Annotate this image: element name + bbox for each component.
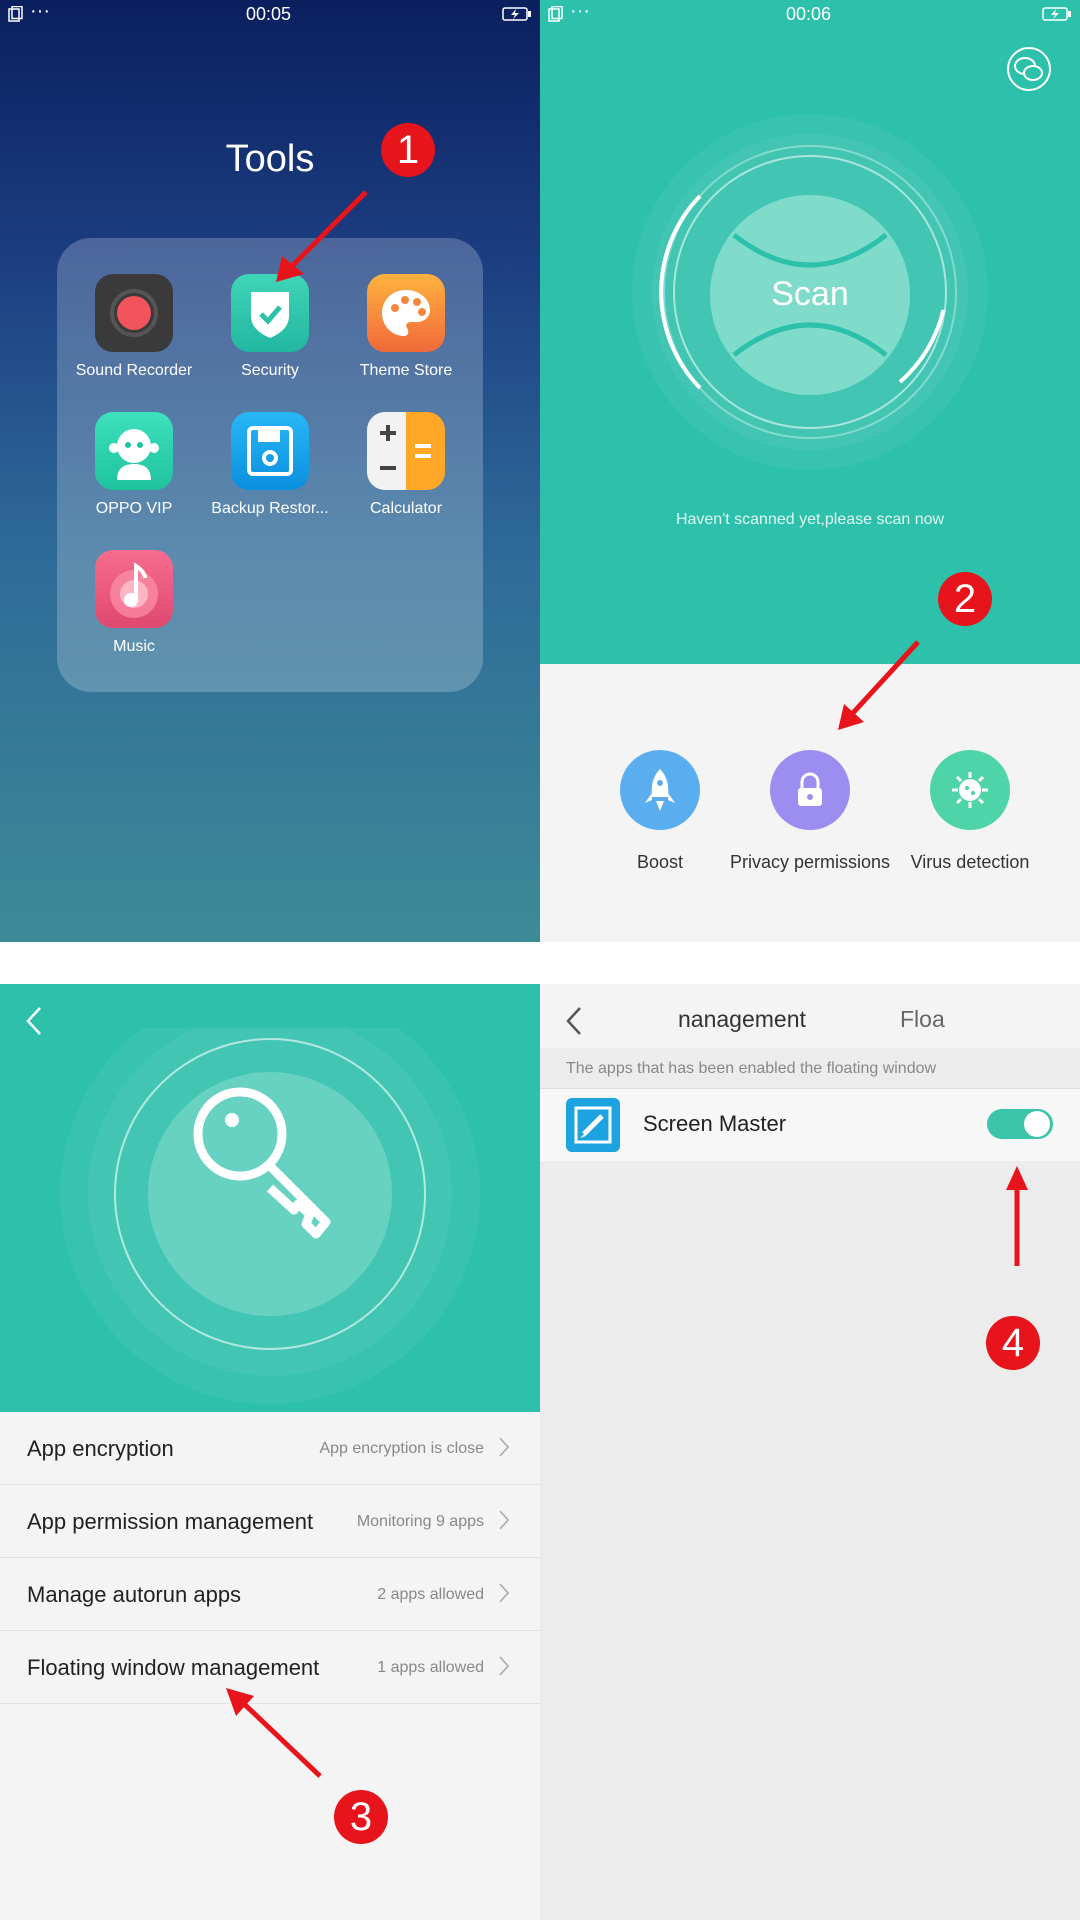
app-label: Music [113, 638, 155, 655]
tools-folder-screen: ··· 00:05 Tools Sound Recorder Security … [0, 0, 540, 942]
status-dots: ··· [30, 0, 50, 22]
tab-floating-window-management[interactable]: nanagement [678, 1006, 806, 1033]
app-music[interactable]: Music [67, 550, 201, 656]
virus-icon [930, 750, 1010, 830]
battery-charging-icon [502, 7, 531, 21]
app-backup-restore[interactable]: Backup Restor... [203, 412, 337, 518]
chevron-right-icon [499, 1437, 510, 1457]
status-dots: ··· [570, 0, 590, 22]
floating-window-toggle[interactable] [987, 1109, 1053, 1139]
chevron-right-icon [499, 1510, 510, 1530]
row-title: App permission management [27, 1509, 314, 1534]
feature-label: Privacy permissions [729, 852, 891, 872]
security-home-screen: ··· 00:06 Scan Haven't scanned yet,pleas… [540, 0, 1080, 942]
floppy-disk-icon [231, 412, 309, 490]
app-label: Security [241, 362, 299, 379]
annotation-arrow-3 [226, 1688, 322, 1778]
tab-bar [540, 984, 1080, 1048]
app-oppo-vip[interactable]: OPPO VIP [67, 412, 201, 518]
app-name: Screen Master [643, 1111, 787, 1136]
annotation-arrow-2 [838, 640, 920, 730]
app-label: Theme Store [359, 362, 453, 379]
scan-status-text: Haven't scanned yet,please scan now [675, 511, 945, 528]
app-label: OPPO VIP [95, 500, 173, 517]
feature-privacy-permissions[interactable]: Privacy permissions [720, 750, 900, 873]
chevron-right-icon [499, 1583, 510, 1603]
app-label: Calculator [369, 500, 443, 517]
floating-window-screen: nanagement Floa The apps that has been e… [540, 984, 1080, 1920]
annotation-arrow-4 [1006, 1166, 1028, 1266]
row-value: 1 apps allowed [377, 1659, 484, 1676]
row-value: 2 apps allowed [377, 1586, 484, 1603]
key-icon [193, 1087, 331, 1239]
back-icon[interactable] [22, 1004, 46, 1038]
row-app-encryption[interactable]: App encryption App encryption is close [0, 1412, 540, 1485]
annotation-badge-4: 4 [986, 1316, 1040, 1370]
section-header: The apps that has been enabled the float… [540, 1048, 1080, 1089]
vip-mascot-icon [95, 412, 173, 490]
toggle-knob [1024, 1111, 1050, 1137]
sim-icon [548, 6, 563, 22]
annotation-badge-2: 2 [938, 572, 992, 626]
back-icon[interactable] [562, 1004, 586, 1038]
screen-master-icon [566, 1098, 620, 1152]
battery-charging-icon [1042, 7, 1071, 21]
section-header-text: The apps that has been enabled the float… [566, 1060, 937, 1077]
chevron-right-icon [499, 1656, 510, 1676]
music-note-icon [95, 550, 173, 628]
rocket-icon [620, 750, 700, 830]
row-title: Manage autorun apps [27, 1582, 242, 1607]
row-app-permission-management[interactable]: App permission management Monitoring 9 a… [0, 1485, 540, 1558]
privacy-permissions-screen: App encryption App encryption is close A… [0, 984, 540, 1920]
app-label: Backup Restor... [211, 500, 329, 517]
annotation-badge-3: 3 [334, 1790, 388, 1844]
scan-label: Scan [771, 275, 849, 313]
row-title: Floating window management [27, 1655, 320, 1680]
folder-title: Tools [225, 138, 315, 180]
row-title: App encryption [27, 1436, 174, 1461]
scan-button[interactable]: Scan [710, 195, 910, 395]
sound-recorder-icon [95, 274, 173, 352]
lock-icon [770, 750, 850, 830]
calculator-icon [367, 412, 445, 490]
wechat-icon[interactable] [1006, 46, 1052, 92]
tab-floating[interactable]: Floa [900, 1006, 945, 1033]
status-time: 00:06 [786, 4, 832, 24]
app-label: Sound Recorder [75, 362, 193, 379]
row-value: Monitoring 9 apps [356, 1513, 484, 1530]
feature-label: Virus detection [910, 852, 1030, 872]
feature-virus-detection[interactable]: Virus detection [880, 750, 1060, 873]
app-sound-recorder[interactable]: Sound Recorder [67, 274, 201, 380]
annotation-badge-1: 1 [381, 123, 435, 177]
app-calculator[interactable]: Calculator [339, 412, 473, 518]
status-time: 00:05 [246, 4, 292, 24]
app-folder: Sound Recorder Security Theme Store OPPO… [57, 238, 483, 692]
annotation-arrow-1 [276, 190, 368, 282]
row-manage-autorun-apps[interactable]: Manage autorun apps 2 apps allowed [0, 1558, 540, 1631]
sim-icon [8, 6, 23, 22]
app-row-screen-master: Screen Master [540, 1089, 1080, 1161]
row-value: App encryption is close [319, 1440, 484, 1457]
